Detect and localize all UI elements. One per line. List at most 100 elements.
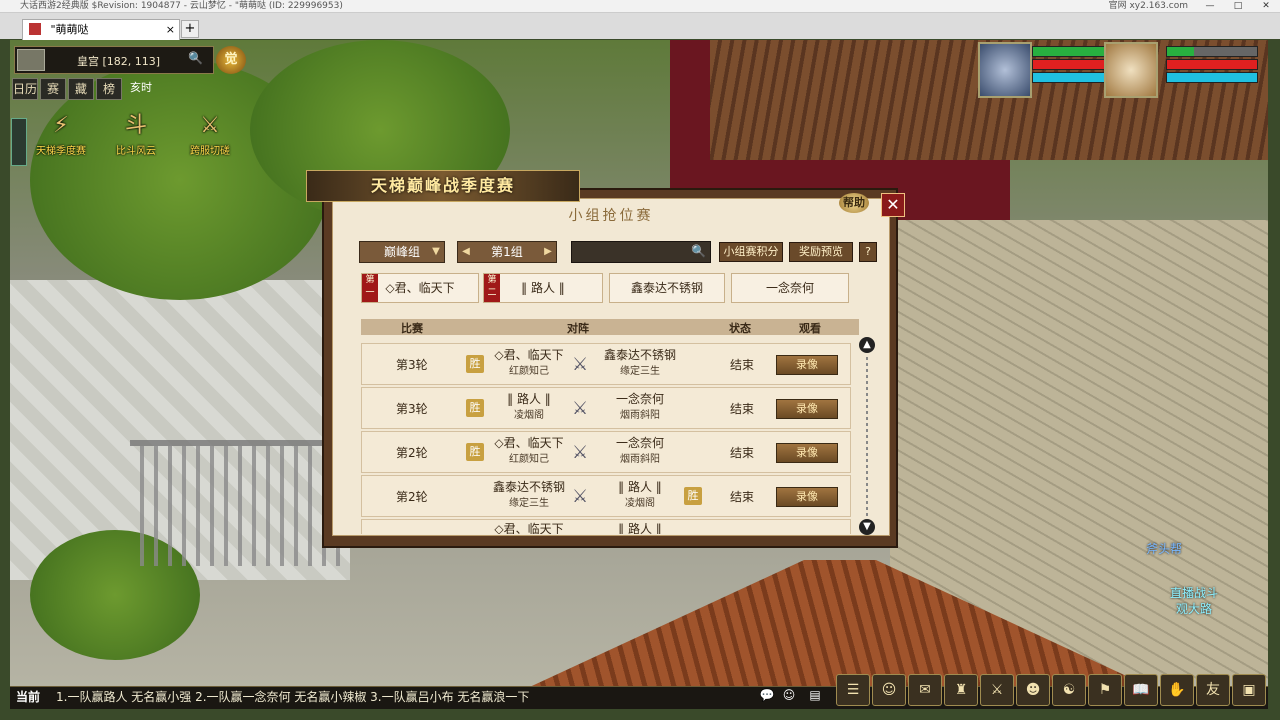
replay-button[interactable]: 录像 [776, 355, 838, 375]
team-name: 一念奈何 [765, 281, 814, 295]
npc-name[interactable]: 斧头帮 [1146, 540, 1182, 557]
toolbar-menu-icon[interactable]: ☰ [836, 674, 870, 706]
header-watch: 观看 [799, 322, 821, 335]
emote-icon[interactable]: ☺ [780, 688, 798, 704]
group-select[interactable]: 巅峰组 ▼ [359, 241, 445, 263]
crossed-swords-icon: ⚔ [572, 486, 589, 507]
match-status: 结束 [730, 358, 755, 372]
stone-fence [130, 440, 350, 566]
collection-button[interactable]: 藏 [68, 78, 94, 100]
table-row: 第3轮 胜 ‖ 路人 ‖ 凌烟阁 ⚔ 一念奈何 烟雨斜阳 结束 录像 [361, 387, 851, 429]
match-status: 结束 [730, 402, 755, 416]
battle-arena-icon: 斗 [124, 113, 147, 138]
help-button[interactable]: 帮助 [839, 193, 869, 213]
toolbar-battle-icon[interactable]: ⚔ [980, 674, 1014, 706]
team-b-sub: 缘定三生 [620, 366, 660, 377]
team-b-name: ‖ 路人 ‖ [618, 522, 662, 534]
team-a: ◇君、临天下 红颜知己 [486, 436, 572, 467]
main-toolbar: ☰ ☺ ✉ ♜ ⚔ ☻ ☯ ⚑ 📖 ✋ 友 ▣ [836, 674, 1266, 706]
team-name: ‖ 路人 ‖ [521, 281, 565, 295]
side-toggle-button[interactable] [11, 118, 27, 166]
toolbar-equipment-icon[interactable]: ♜ [944, 674, 978, 706]
replay-button[interactable]: 录像 [776, 487, 838, 507]
group-number-stepper[interactable]: ◀ 第1组 ▶ [457, 241, 557, 263]
chat-channel-label[interactable]: 当前 [16, 687, 40, 707]
game-tab-icon [29, 23, 41, 35]
search-icon[interactable]: 🔍 [188, 51, 203, 65]
pet-portrait[interactable] [1104, 42, 1158, 98]
team-search-input[interactable]: 🔍 [571, 241, 711, 263]
minimap-icon[interactable] [17, 49, 45, 71]
team-card-2[interactable]: 第二 ‖ 路人 ‖ [483, 273, 603, 303]
toolbar-character-icon[interactable]: ☺ [872, 674, 906, 706]
message-icon[interactable]: ▤ [806, 688, 824, 704]
maximize-button[interactable]: □ [1224, 0, 1252, 12]
table-row: 第2轮 胜 ◇君、临天下 红颜知己 ⚔ 一念奈何 烟雨斜阳 结束 录像 [361, 431, 851, 473]
team-a: ‖ 路人 ‖ 凌烟阁 [486, 392, 572, 423]
team-card-3[interactable]: 鑫泰达不锈钢 [609, 273, 725, 303]
scrollbar-track[interactable] [866, 357, 868, 517]
event-label: 比斗风云 [116, 146, 156, 157]
replay-button[interactable]: 录像 [776, 399, 838, 419]
scroll-down-button[interactable]: ▼ [859, 519, 875, 535]
toolbar-task-icon[interactable]: ⚑ [1088, 674, 1122, 706]
chevron-down-icon: ▼ [432, 246, 440, 257]
game-time: 亥时 [130, 81, 152, 94]
ladder-season-icon: ⚡ [53, 113, 69, 138]
group-score-button[interactable]: 小组赛积分 [719, 242, 783, 262]
toolbar-trade-icon[interactable]: ✋ [1160, 674, 1194, 706]
ladder-dialog: 小组抢位赛 帮助 ✕ 巅峰组 ▼ ◀ 第1组 ▶ 🔍 小组赛积分 奖励预览 ? … [322, 188, 905, 548]
search-icon[interactable]: 🔍 [691, 244, 706, 258]
crossed-swords-icon: ⚔ [572, 354, 589, 375]
match-button[interactable]: 赛 [40, 78, 66, 100]
team-card-1[interactable]: 第一 ◇君、临天下 [361, 273, 479, 303]
table-row: 第2轮 鑫泰达不锈钢 缘定三生 ⚔ ‖ 路人 ‖ 凌烟阁 胜 结束 录像 [361, 475, 851, 517]
crossed-swords-icon: ⚔ [572, 398, 589, 419]
info-button[interactable]: ? [859, 242, 877, 262]
toolbar-system-icon[interactable]: ▣ [1232, 674, 1266, 706]
team-a-sub: 缘定三生 [509, 498, 549, 509]
win-badge: 胜 [466, 443, 484, 461]
awaken-badge-icon[interactable]: 觉 [216, 46, 246, 74]
scroll-up-button[interactable]: ▲ [859, 337, 875, 353]
player-portrait[interactable] [978, 42, 1032, 98]
round-label: 第3轮 [396, 358, 428, 372]
team-a-sub: 凌烟阁 [514, 410, 544, 421]
npc-label-live[interactable]: 直播战斗 [1170, 584, 1218, 601]
match-status: 结束 [730, 446, 755, 460]
dialog-banner-title: 天梯巅峰战季度赛 [306, 170, 580, 202]
event-battle-arena[interactable]: 斗 比斗风云 [116, 112, 156, 157]
dialog-subtitle: 小组抢位赛 [568, 208, 654, 224]
npc-label-watch[interactable]: 观大路 [1176, 600, 1212, 617]
team-card-4[interactable]: 一念奈何 [731, 273, 849, 303]
tab-close-icon[interactable]: × [166, 20, 175, 40]
toolbar-bag-icon[interactable]: ✉ [908, 674, 942, 706]
location-bar[interactable]: 皇宫 [182, 113] 🔍 [14, 46, 214, 74]
ranking-button[interactable]: 榜 [96, 78, 122, 100]
rank-badge: 第二 [484, 274, 500, 302]
toolbar-pet-icon[interactable]: ☻ [1016, 674, 1050, 706]
dialog-close-button[interactable]: ✕ [881, 193, 905, 217]
minimize-button[interactable]: — [1196, 0, 1224, 12]
calendar-button[interactable]: 日历 [12, 78, 38, 100]
pet-mp-bar [1166, 59, 1258, 70]
window-titlebar: 大话西游2经典版 $Revision: 1904877 - 云山梦忆 - "萌萌… [0, 0, 1280, 13]
tab-game[interactable]: "萌萌哒 × [22, 19, 180, 40]
team-a: 鑫泰达不锈钢 缘定三生 [486, 480, 572, 511]
table-row-partial: ◇君、临天下 ‖ 路人 ‖ [361, 519, 851, 534]
new-tab-button[interactable]: + [181, 20, 199, 38]
chevron-right-icon[interactable]: ▶ [540, 242, 556, 262]
replay-button[interactable]: 录像 [776, 443, 838, 463]
reward-preview-button[interactable]: 奖励预览 [789, 242, 853, 262]
toolbar-skill-icon[interactable]: ☯ [1052, 674, 1086, 706]
chat-bubble-icon[interactable]: 💬 [758, 688, 776, 704]
team-b: 一念奈何 烟雨斜阳 [594, 436, 686, 467]
event-ladder-season[interactable]: ⚡ 天梯季度赛 [36, 112, 86, 157]
location-text: 皇宫 [182, 113] [77, 55, 161, 68]
toolbar-book-icon[interactable]: 📖 [1124, 674, 1158, 706]
official-site-text[interactable]: 官网 xy2.163.com [1109, 0, 1188, 12]
close-window-button[interactable]: ✕ [1252, 0, 1280, 12]
tab-title: "萌萌哒 [50, 23, 89, 36]
toolbar-friends-icon[interactable]: 友 [1196, 674, 1230, 706]
event-cross-server[interactable]: ⚔ 跨服切磋 [190, 112, 230, 157]
